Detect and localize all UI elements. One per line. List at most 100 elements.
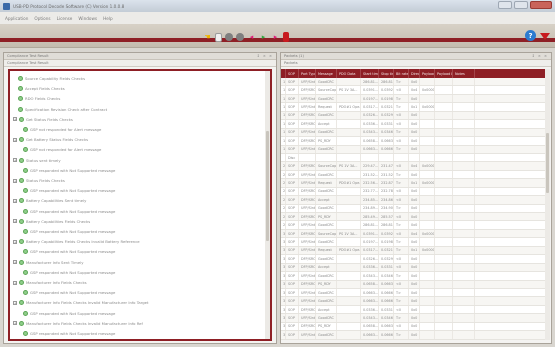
skip-icon[interactable]: ▸ bbox=[271, 32, 280, 43]
column-header[interactable]: Payload Data bbox=[435, 69, 453, 78]
tree-item[interactable]: GSP responded with Not Supported message bbox=[23, 228, 115, 235]
step-forward-icon[interactable]: ▸ bbox=[259, 32, 268, 43]
help-icon[interactable]: ? bbox=[525, 30, 536, 41]
table-row[interactable]: 2SOPUFP/Sink 5GoodCRC234.89...234.90...T… bbox=[281, 204, 547, 213]
packets-sub-tab[interactable]: Packets bbox=[281, 60, 551, 67]
table-row[interactable]: 2SOPDFP/SRC 5Accept234.85...234.86...<00… bbox=[281, 196, 547, 205]
tree-item[interactable]: + Status sent timely bbox=[13, 157, 61, 164]
tree-item[interactable]: GSP responded with Not Supported message bbox=[23, 310, 115, 317]
column-header[interactable]: Bit rate bbox=[394, 69, 409, 78]
tree-scrollbar[interactable] bbox=[265, 71, 270, 339]
column-header[interactable]: Port Type bbox=[299, 69, 316, 78]
expand-toggle-icon[interactable]: + bbox=[13, 321, 17, 326]
marker-icon[interactable] bbox=[283, 32, 289, 42]
table-row[interactable]: 1SOPDFP/SRC 1Accept0.0336...0.0331...<00… bbox=[281, 120, 547, 129]
expand-toggle-icon[interactable]: + bbox=[13, 260, 17, 265]
tree-item[interactable]: + Get Status Fields Checks bbox=[13, 116, 73, 123]
compliance-sub-tab[interactable]: Compliance Test Result bbox=[4, 60, 276, 67]
page-icon[interactable] bbox=[215, 32, 222, 42]
table-row[interactable]: Disc bbox=[281, 153, 547, 163]
table-row[interactable]: 1SOPUFP/Sink 2GoodCRC0.0663...0.0666...T… bbox=[281, 145, 547, 154]
table-row[interactable]: 3SOPDFP/SRC 1Accept0.0336...0.0331...<00… bbox=[281, 305, 547, 315]
table-row[interactable]: 2SOPUFP/Sink 4RequestPDO#1 Ope...232.56.… bbox=[281, 179, 547, 188]
hand-icon[interactable]: ☚ bbox=[203, 32, 212, 43]
table-row[interactable]: 3SOPUFP/Sink 2GoodCRC0.0663...0.0666...T… bbox=[281, 297, 547, 306]
tree-item[interactable]: + Manufacturer Info Sent Timely bbox=[13, 259, 83, 266]
step-back-icon[interactable]: ◂ bbox=[247, 32, 256, 43]
tree-item[interactable]: + Get Battery Status Fields Checks bbox=[13, 136, 88, 143]
panel-controls[interactable]: ↕ × × bbox=[257, 54, 273, 58]
table-row[interactable]: 2SOPDFP/SRC 6PS_RDY285.49...285.57...<00… bbox=[281, 213, 547, 222]
column-header[interactable]: SOP bbox=[286, 69, 299, 78]
table-row[interactable]: 1SOPUFP/Sink 2GoodCRC286.81...286.81...T… bbox=[281, 78, 547, 87]
column-header[interactable]: Direc... bbox=[409, 69, 420, 78]
packets-scroll-thumb[interactable] bbox=[546, 133, 549, 193]
table-row[interactable]: 2SOPDFP/SRC 3SourceCapPS 1V 3A...229.47.… bbox=[281, 162, 547, 171]
table-row[interactable]: 3SOPUFP/Sink 1GoodCRC0.0343...0.0346...T… bbox=[281, 272, 547, 281]
table-row[interactable]: 3SOPDFP/SRC 2PS_RDY0.0658...0.0663...<00… bbox=[281, 280, 547, 289]
tree-item[interactable]: + Battery Capabilities Sent timely bbox=[13, 197, 86, 204]
table-row[interactable]: 3SOPDFP/SRC 1Accept0.0336...0.0331...<00… bbox=[281, 263, 547, 273]
column-header[interactable]: Payload bbox=[420, 69, 435, 78]
table-row[interactable]: 3SOPUFP/Sink 0GoodCRC0.0197...0.0198...T… bbox=[281, 238, 547, 247]
table-row[interactable]: 3SOPUFP/Sink 2GoodCRC0.0663...0.0666...T… bbox=[281, 331, 547, 340]
expand-toggle-icon[interactable]: + bbox=[13, 117, 17, 122]
tree-item[interactable]: GSP not responded for Alert message bbox=[23, 126, 101, 133]
column-header[interactable]: Start time bbox=[361, 69, 379, 78]
column-header[interactable]: Stop time bbox=[379, 69, 394, 78]
record-icon[interactable] bbox=[225, 33, 233, 41]
tree-item[interactable]: RDO Fields Checks bbox=[18, 95, 60, 102]
table-row[interactable]: 3SOPUFP/Sink 0RequestPDO#1 Ope...0.0317.… bbox=[281, 246, 547, 256]
dropdown-arrow-icon[interactable] bbox=[540, 33, 550, 40]
expand-toggle-icon[interactable]: + bbox=[13, 300, 17, 305]
table-row[interactable]: 3SOPUFP/Sink 2GoodCRC0.0663...0.0666...T… bbox=[281, 288, 547, 298]
tree-scroll-thumb[interactable] bbox=[266, 131, 269, 241]
panel-controls[interactable]: ↕ × × bbox=[532, 54, 548, 58]
stop-icon[interactable] bbox=[236, 33, 244, 41]
table-row[interactable]: 1SOPDFP/SRC 2PS_RDY0.0658...0.0663...<00… bbox=[281, 137, 547, 146]
menu-options[interactable]: Options bbox=[34, 16, 50, 21]
tree-item[interactable]: GSP responded with Not Supported message bbox=[23, 269, 115, 276]
tree-item[interactable]: GSP responded with Not Supported message bbox=[23, 289, 115, 296]
menu-license[interactable]: License bbox=[57, 16, 73, 21]
tree-item[interactable]: Accept Fields Checks bbox=[18, 85, 65, 92]
tree-item[interactable]: GSP responded with Not Supported message bbox=[23, 330, 115, 337]
tree-item[interactable]: + Manufacturer Info Fields Checks Invalid… bbox=[13, 320, 143, 327]
tree-item[interactable]: GSP responded with Not Supported message bbox=[23, 167, 115, 174]
table-row[interactable]: 3SOPUFP/Sink 1GoodCRC0.0343...0.0346...T… bbox=[281, 314, 547, 323]
close-button[interactable] bbox=[530, 1, 552, 9]
tree-item[interactable]: Source Capability Fields Checks bbox=[18, 75, 85, 82]
table-row[interactable]: 2SOPUFP/Sink 6GoodCRC286.81...286.81...T… bbox=[281, 221, 547, 230]
table-row[interactable]: 3SOPDFP/SRC 0SourceCapPS 1V 3A...0.0391.… bbox=[281, 229, 547, 239]
tree-item[interactable]: Specification Revision Check after Contr… bbox=[18, 106, 107, 113]
tree-item[interactable]: GSP not responded for Alert message bbox=[23, 146, 101, 153]
expand-toggle-icon[interactable]: + bbox=[13, 137, 17, 142]
column-header[interactable]: Message bbox=[316, 69, 337, 78]
tree-item[interactable]: + Manufacturer Info Fields Checks Invalid… bbox=[13, 299, 148, 306]
table-row[interactable]: 1SOPUFP/Sink 0GoodCRC0.0197...0.0198...T… bbox=[281, 94, 547, 104]
column-header[interactable]: Notes bbox=[453, 69, 475, 78]
expand-toggle-icon[interactable]: + bbox=[13, 280, 17, 285]
tree-item[interactable]: + Status Fields Checks bbox=[13, 177, 65, 184]
menu-application[interactable]: Application bbox=[5, 16, 28, 21]
tree-item[interactable]: GSP responded with Not Supported message bbox=[23, 208, 115, 215]
table-row[interactable]: 2SOPDFP/SRC 4GoodCRC232.77...232.78...<0… bbox=[281, 187, 547, 197]
compliance-panel-tab[interactable]: Compliance Test Result bbox=[7, 54, 49, 58]
packets-panel-tab[interactable]: Packets (1) bbox=[284, 54, 304, 58]
packets-scrollbar[interactable] bbox=[545, 69, 550, 340]
minimize-button[interactable] bbox=[498, 1, 512, 9]
table-row[interactable]: 1SOPDFP/SRC 0GoodCRC0.0326...0.0329...<0… bbox=[281, 111, 547, 121]
menu-help[interactable]: Help bbox=[103, 16, 113, 21]
expand-toggle-icon[interactable]: + bbox=[13, 158, 17, 163]
table-row[interactable]: 3SOPDFP/SRC 2PS_RDY0.0658...0.0663...<00… bbox=[281, 322, 547, 332]
tree-item[interactable]: + Manufacturer Info Fields Checks bbox=[13, 279, 87, 286]
table-row[interactable]: 3SOPDFP/SRC 0GoodCRC0.0326...0.0329...<0… bbox=[281, 255, 547, 264]
tree-item[interactable]: + Battery Capabilities Fields Checks Inva… bbox=[13, 238, 140, 245]
column-header[interactable]: PDO Data bbox=[337, 69, 361, 78]
menu-windows[interactable]: Windows bbox=[78, 16, 97, 21]
table-row[interactable]: 1SOPUFP/Sink 1GoodCRC0.0343...0.0346...T… bbox=[281, 128, 547, 138]
expand-toggle-icon[interactable]: + bbox=[13, 239, 17, 244]
expand-toggle-icon[interactable]: + bbox=[13, 219, 17, 224]
tree-item[interactable]: GSP responded with Not Supported message bbox=[23, 187, 115, 194]
table-row[interactable]: 2SOPUFP/Sink 3GoodCRC231.52...231.52...T… bbox=[281, 170, 547, 180]
